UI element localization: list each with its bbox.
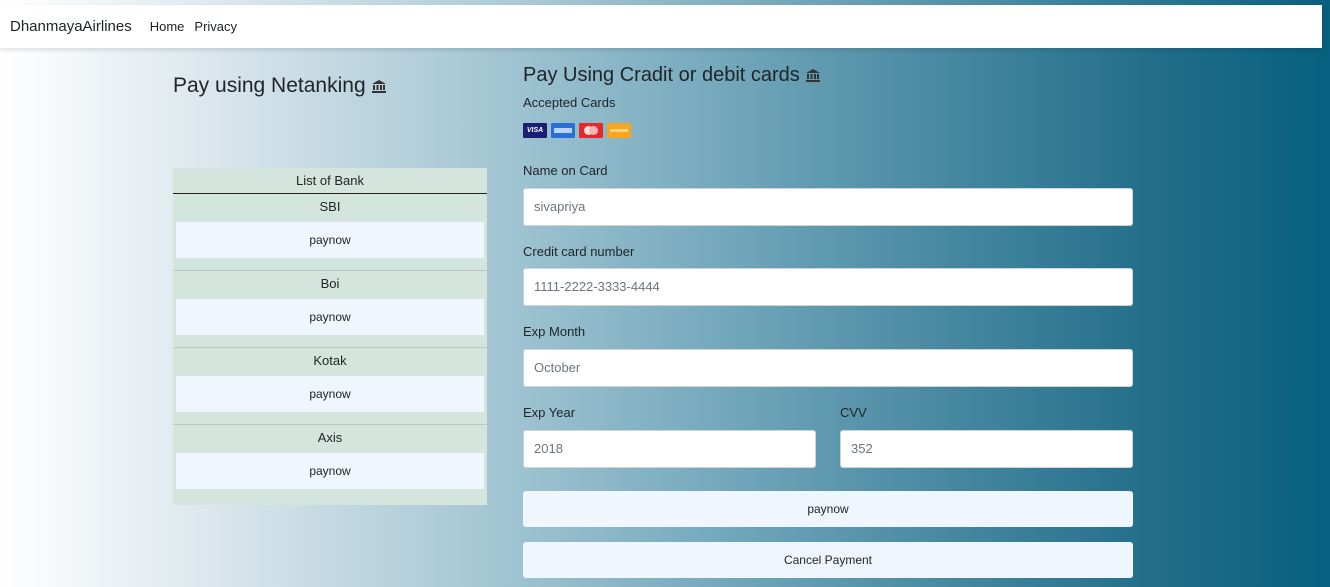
bank-row-boi: Boi paynow bbox=[173, 271, 487, 348]
credit-card-number-input[interactable]: 1111-2222-3333-4444 bbox=[523, 268, 1133, 306]
name-on-card-input[interactable]: sivapriya bbox=[523, 188, 1133, 226]
bank-name: SBI bbox=[319, 199, 341, 214]
card-icons: VISA bbox=[523, 123, 1133, 139]
bank-list-header: List of Bank bbox=[173, 168, 487, 194]
paynow-button-boi[interactable]: paynow bbox=[176, 299, 484, 335]
discover-icon bbox=[607, 123, 631, 138]
bank-row-kotak: Kotak paynow bbox=[173, 348, 487, 425]
bank-row-axis: Axis paynow bbox=[173, 425, 487, 505]
paynow-button-sbi[interactable]: paynow bbox=[176, 222, 484, 258]
bank-name: Boi bbox=[320, 276, 340, 291]
exp-month-label: Exp Month bbox=[523, 324, 586, 339]
visa-icon: VISA bbox=[523, 123, 547, 138]
bank-icon bbox=[805, 69, 820, 85]
bank-icon-svg bbox=[805, 69, 820, 82]
bank-row-sbi: SBI paynow bbox=[173, 194, 487, 271]
card-payment-title-text: Pay Using Cradit or debit cards bbox=[523, 63, 800, 86]
nav-home-link[interactable]: Home bbox=[150, 19, 185, 34]
mastercard-icon bbox=[579, 123, 603, 138]
bank-name: Axis bbox=[317, 430, 343, 445]
exp-year-label: Exp Year bbox=[523, 405, 576, 420]
paynow-button[interactable]: paynow bbox=[523, 491, 1133, 527]
card-payment-title: Pay Using Cradit or debit cards bbox=[523, 62, 1133, 88]
card-payment-form: Pay Using Cradit or debit cards Accepted… bbox=[523, 62, 1133, 578]
navbar: DhanmayaAirlines Home Privacy bbox=[0, 5, 1322, 48]
nav-privacy-link[interactable]: Privacy bbox=[194, 19, 237, 34]
exp-month-input[interactable]: October bbox=[523, 349, 1133, 387]
netbanking-title-text: Pay using Netanking bbox=[173, 74, 366, 97]
exp-year-input[interactable]: 2018 bbox=[523, 430, 816, 468]
bank-name: Kotak bbox=[313, 353, 347, 368]
cvv-input[interactable]: 352 bbox=[840, 430, 1133, 468]
bank-icon-svg bbox=[371, 80, 386, 93]
brand-link[interactable]: DhanmayaAirlines bbox=[10, 18, 132, 35]
netbanking-title: Pay using Netanking bbox=[173, 74, 386, 98]
cancel-payment-button[interactable]: Cancel Payment bbox=[523, 542, 1133, 578]
accepted-cards-label: Accepted Cards bbox=[523, 95, 616, 110]
cvv-label: CVV bbox=[840, 405, 867, 420]
paynow-button-kotak[interactable]: paynow bbox=[176, 376, 484, 412]
bank-list: List of Bank SBI paynow Boi paynow Kotak… bbox=[173, 168, 487, 505]
bank-icon bbox=[371, 80, 386, 96]
credit-card-number-label: Credit card number bbox=[523, 244, 635, 259]
paynow-button-axis[interactable]: paynow bbox=[176, 453, 484, 489]
amex-icon bbox=[551, 123, 575, 138]
name-on-card-label: Name on Card bbox=[523, 163, 608, 178]
